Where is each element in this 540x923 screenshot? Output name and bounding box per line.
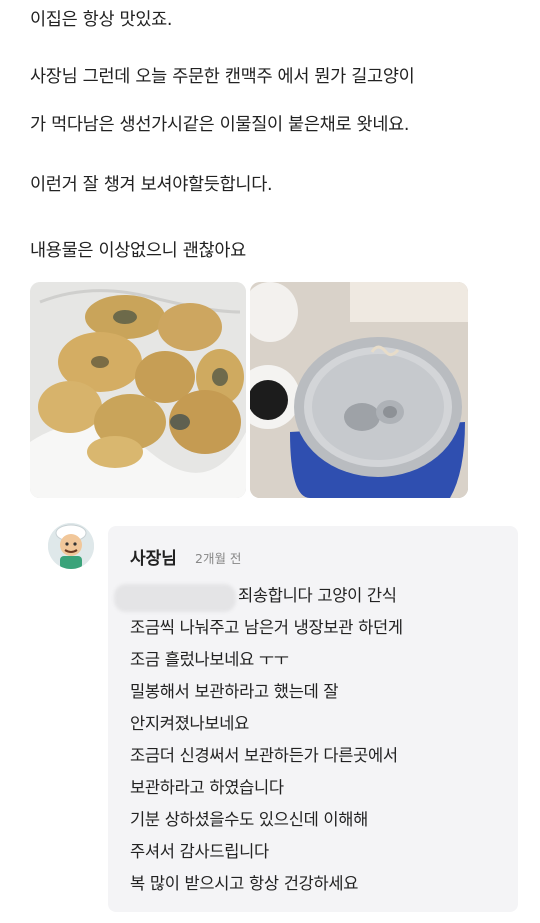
reply-line: 주셔서 감사드립니다 bbox=[130, 842, 269, 861]
reply-author: 사장님 bbox=[130, 549, 177, 569]
review-photos bbox=[30, 282, 470, 498]
fried-food-icon bbox=[30, 282, 246, 498]
owner-avatar[interactable] bbox=[48, 523, 94, 569]
beer-can-icon bbox=[250, 282, 468, 498]
review-photo-can[interactable] bbox=[250, 282, 468, 498]
review-line: 가 먹다남은 생선가시같은 이물질이 붙은채로 왓네요. bbox=[30, 115, 410, 135]
review-line: 이집은 항상 맛있죠. bbox=[30, 10, 173, 30]
reply-line: 안지켜졌나보네요 bbox=[130, 714, 250, 733]
blurred-customer-name bbox=[114, 584, 236, 612]
chef-avatar-icon bbox=[48, 523, 94, 569]
reply-line: 기분 상하셨을수도 있으신데 이해해 bbox=[130, 810, 369, 829]
reply-line: 복 많이 받으시고 항상 건강하세요 bbox=[130, 874, 359, 893]
reply-line: 조금 흘렀나보네요 ㅜㅜ bbox=[130, 650, 289, 669]
review-photo-food[interactable] bbox=[30, 282, 246, 498]
review-line: 내용물은 이상없으니 괜찮아요 bbox=[30, 241, 246, 261]
reply-line: 밀봉해서 보관하라고 했는데 잘 bbox=[130, 682, 339, 701]
reply-line: 보관하라고 하였습니다 bbox=[130, 778, 284, 797]
reply-timestamp: 2개월 전 bbox=[195, 551, 242, 566]
reply-line: 죄송합니다 고양이 간식 bbox=[238, 586, 397, 605]
reply-line: 조금씩 나눠주고 남은거 냉장보관 하던게 bbox=[130, 618, 403, 637]
reply-line: 조금더 신경써서 보관하든가 다른곳에서 bbox=[130, 746, 398, 765]
review-line: 사장님 그런데 오늘 주문한 캔맥주 에서 뭔가 길고양이 bbox=[30, 67, 415, 87]
review-line: 이런거 잘 챙겨 보셔야할듯합니다. bbox=[30, 175, 273, 195]
